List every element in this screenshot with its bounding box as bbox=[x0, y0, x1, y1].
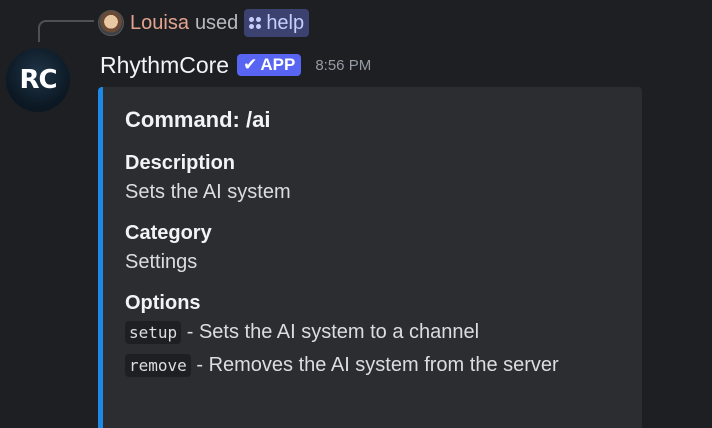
embed-title: Command: /ai bbox=[125, 107, 271, 132]
message-timestamp[interactable]: 8:56 PM bbox=[315, 57, 371, 74]
option-code: setup bbox=[125, 321, 182, 344]
option-line: setup - Sets the AI system to a channel bbox=[125, 316, 618, 349]
embed-card: Command: /ai Description Sets the AI sys… bbox=[98, 87, 642, 428]
app-badge: ✔ APP bbox=[237, 54, 302, 76]
bot-username[interactable]: RhythmCore bbox=[100, 52, 229, 79]
command-name: help bbox=[266, 11, 305, 34]
reply-username[interactable]: Louisa bbox=[130, 12, 189, 35]
field-name: Description bbox=[125, 152, 236, 174]
command-mention[interactable]: help bbox=[244, 9, 310, 37]
embed-field-description: Description Sets the AI system bbox=[125, 150, 618, 208]
option-text: - Removes the AI system from the server bbox=[190, 354, 559, 376]
option-line: remove - Removes the AI system from the … bbox=[125, 349, 618, 382]
reply-used-text: used bbox=[194, 11, 239, 34]
field-value: Sets the AI system bbox=[125, 181, 291, 203]
chat-message: Louisa used help RC RhythmCore ✔ APP 8:5… bbox=[0, 0, 712, 428]
user-avatar[interactable] bbox=[98, 10, 124, 36]
checkmark-icon: ✔ bbox=[243, 55, 258, 74]
embed-field-options: Options setup - Sets the AI system to a … bbox=[125, 290, 618, 382]
field-value: Settings bbox=[125, 251, 198, 273]
message-header: RhythmCore ✔ APP 8:56 PM bbox=[100, 50, 371, 80]
app-badge-label: APP bbox=[260, 55, 296, 74]
interaction-reply[interactable]: Louisa used help bbox=[98, 8, 310, 38]
bot-avatar[interactable]: RC bbox=[6, 48, 70, 112]
field-name: Options bbox=[125, 292, 201, 314]
embed-field-category: Category Settings bbox=[125, 220, 618, 278]
slash-command-icon bbox=[249, 17, 262, 29]
option-text: - Sets the AI system to a channel bbox=[181, 321, 480, 343]
reply-connector bbox=[38, 20, 94, 42]
option-code: remove bbox=[125, 354, 191, 377]
field-name: Category bbox=[125, 222, 212, 244]
bot-avatar-logo: RC bbox=[19, 65, 57, 95]
